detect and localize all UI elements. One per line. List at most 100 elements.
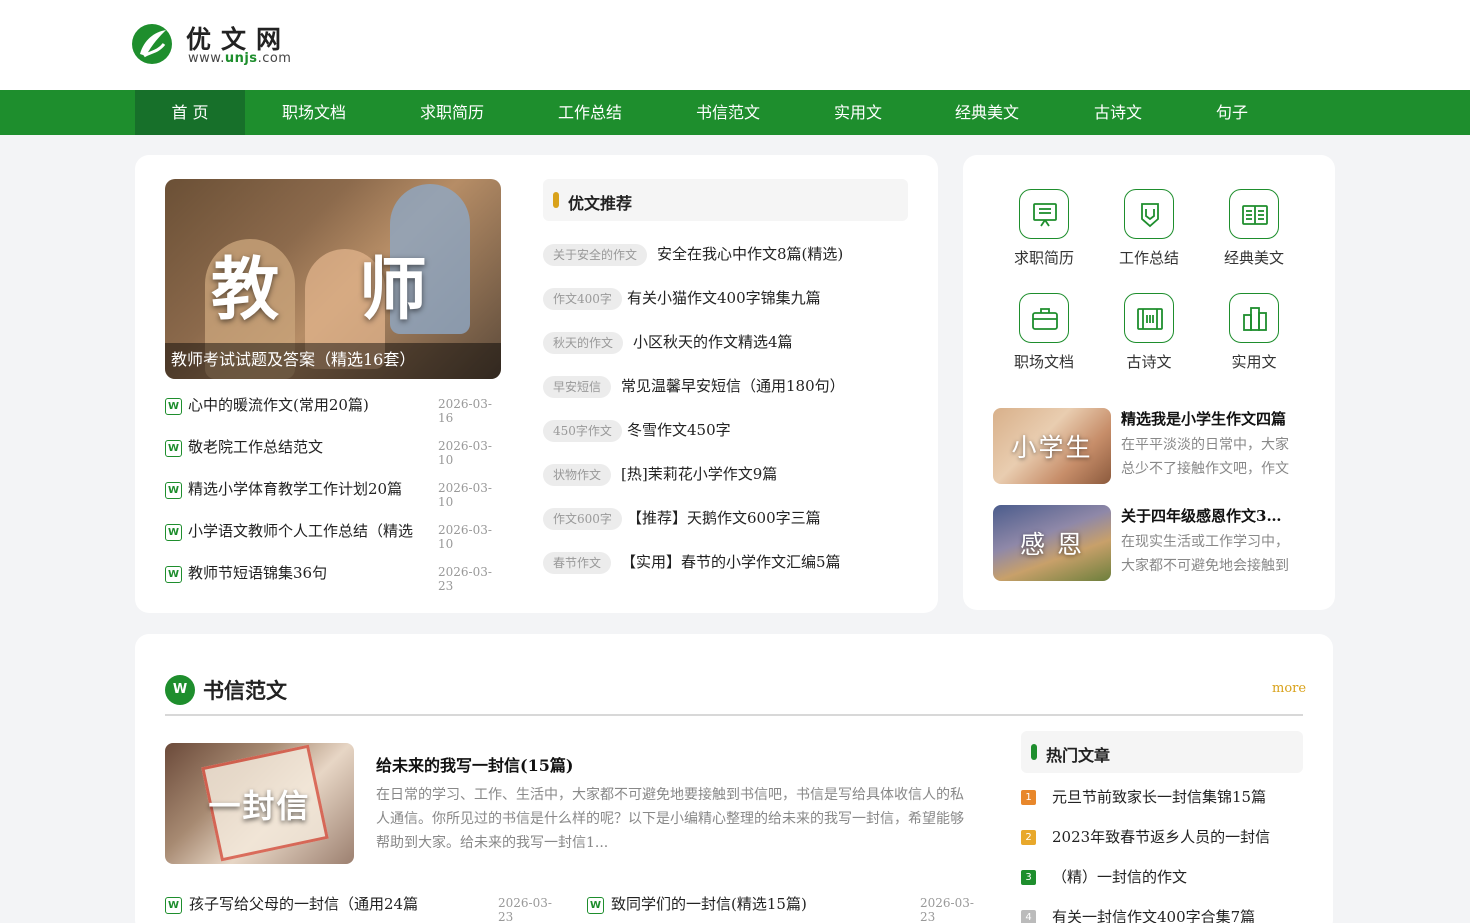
- more-link[interactable]: more: [1272, 681, 1306, 696]
- list-item[interactable]: W 教师节短语锦集36句 2026-03-23: [165, 562, 495, 593]
- list-item-date: 2026-03-10: [438, 439, 492, 467]
- recommend-item[interactable]: 春节作文 【实用】春节的小学作文汇编5篇: [543, 551, 908, 575]
- recommend-tag[interactable]: 早安短信: [543, 376, 612, 398]
- list-item-date: 2026-03-10: [438, 523, 492, 551]
- recommend-tag[interactable]: 450字作文: [543, 420, 622, 442]
- category-classic-essays[interactable]: 经典美文: [1214, 189, 1294, 279]
- recommend-item[interactable]: 作文600字 【推荐】天鹅作文600字三篇: [543, 507, 908, 531]
- list-item[interactable]: W 精选小学体育教学工作计划20篇 2026-03-10: [165, 478, 495, 509]
- category-practical[interactable]: 实用文: [1214, 293, 1294, 383]
- site-logo[interactable]: 优文网 www.unjs.com: [130, 20, 310, 70]
- list-item-title[interactable]: 小学语文教师个人工作总结（精选: [188, 520, 428, 541]
- nav-item-workplace-docs[interactable]: 职场文档: [259, 90, 369, 135]
- hot-item[interactable]: 3 （精）一封信的作文: [1021, 866, 1303, 888]
- nav-item-home[interactable]: 首 页: [135, 90, 245, 135]
- recommend-title-link[interactable]: 【推荐】天鹅作文600字三篇: [627, 507, 821, 528]
- buildings-icon: [1229, 293, 1279, 343]
- letters-section-title: 书信范文: [203, 679, 287, 703]
- recommend-title: 优文推荐: [568, 194, 633, 213]
- recommend-title-link[interactable]: 【实用】春节的小学作文汇编5篇: [621, 551, 841, 572]
- category-label: 实用文: [1231, 353, 1277, 371]
- recommend-title-link[interactable]: 冬雪作文450字: [627, 419, 731, 440]
- featured-caption: 教师考试试题及答案（精选16套）: [165, 343, 501, 379]
- recommend-item[interactable]: 作文400字 有关小猫作文400字锦集九篇: [543, 287, 908, 311]
- nav-item-classic-essays[interactable]: 经典美文: [932, 90, 1042, 135]
- list-item-title[interactable]: 心中的暖流作文(常用20篇): [188, 394, 428, 415]
- featured-image-word: 教 师: [211, 251, 455, 330]
- logo-url: www.unjs.com: [188, 51, 292, 66]
- list-item-date: 2026-03-23: [438, 565, 492, 593]
- hot-item-title[interactable]: （精）一封信的作文: [1052, 866, 1187, 887]
- nav-item-ancient-poetry[interactable]: 古诗文: [1063, 90, 1173, 135]
- recommend-item[interactable]: 关于安全的作文 安全在我心中作文8篇(精选): [543, 243, 908, 267]
- hot-item-title[interactable]: 元旦节前致家长一封信集锦15篇: [1052, 786, 1266, 807]
- hot-item[interactable]: 4 有关一封信作文400字合集7篇: [1021, 906, 1303, 923]
- list-item-title[interactable]: 孩子写给父母的一封信（通用24篇: [189, 893, 469, 914]
- rank-badge: 4: [1021, 910, 1036, 923]
- list-item[interactable]: W 敬老院工作总结范文 2026-03-10: [165, 436, 495, 467]
- side-article-title[interactable]: 关于四年级感恩作文300字: [1121, 505, 1291, 526]
- open-book-icon: [1229, 189, 1279, 239]
- category-label: 经典美文: [1223, 249, 1284, 267]
- list-item-title[interactable]: 精选小学体育教学工作计划20篇: [188, 478, 428, 499]
- category-label: 职场文档: [1013, 353, 1074, 371]
- nav-item-sentences[interactable]: 句子: [1177, 90, 1287, 135]
- recommend-title-link[interactable]: [热]茉莉花小学作文9篇: [621, 463, 777, 484]
- list-item-title[interactable]: 教师节短语锦集36句: [188, 562, 428, 583]
- recommend-title-link[interactable]: 常见温馨早安短信（通用180句）: [621, 375, 845, 396]
- recommend-item[interactable]: 状物作文 [热]茉莉花小学作文9篇: [543, 463, 908, 487]
- list-item-date: 2026-03-23: [920, 896, 974, 923]
- hot-header: 热门文章: [1021, 731, 1303, 773]
- recommend-title-link[interactable]: 有关小猫作文400字锦集九篇: [627, 287, 821, 308]
- list-item[interactable]: W 心中的暖流作文(常用20篇) 2026-03-16: [165, 394, 495, 425]
- recommend-title-link[interactable]: 小区秋天的作文精选4篇: [633, 331, 793, 352]
- rank-badge: 3: [1021, 870, 1036, 885]
- recommend-tag[interactable]: 秋天的作文: [543, 332, 624, 354]
- letter-featured-title[interactable]: 给未来的我写一封信(15篇): [376, 752, 573, 776]
- side-article-desc: 在平平淡淡的日常中，大家总少不了接触作文吧，作文: [1121, 437, 1289, 477]
- nav-item-work-summary[interactable]: 工作总结: [535, 90, 645, 135]
- side-article[interactable]: 感 恩 关于四年级感恩作文300字 在现实生活或工作学习中，大家都不可避免地会接…: [993, 505, 1303, 583]
- recommend-header: 优文推荐: [543, 179, 908, 221]
- recommend-tag[interactable]: 作文600字: [543, 508, 622, 530]
- list-item-title[interactable]: 致同学们的一封信(精选15篇): [611, 893, 891, 914]
- featured-article[interactable]: 教 师 教师考试试题及答案（精选16套）: [165, 179, 501, 379]
- recommend-title-link[interactable]: 安全在我心中作文8篇(精选): [657, 243, 843, 264]
- section-divider: [165, 714, 1303, 716]
- nav-item-resume[interactable]: 求职简历: [397, 90, 507, 135]
- w-badge-icon: W: [165, 398, 182, 415]
- side-article-image-word: 感 恩: [1020, 530, 1084, 559]
- side-article-title[interactable]: 精选我是小学生作文四篇: [1121, 408, 1291, 429]
- list-item[interactable]: W 孩子写给父母的一封信（通用24篇 2026-03-23: [165, 893, 555, 923]
- recommend-tag[interactable]: 关于安全的作文: [543, 244, 648, 266]
- list-item[interactable]: W 小学语文教师个人工作总结（精选 2026-03-10: [165, 520, 495, 551]
- side-article-image: 感 恩: [993, 505, 1111, 581]
- hot-item-title[interactable]: 有关一封信作文400字合集7篇: [1052, 906, 1255, 923]
- recommend-item[interactable]: 450字作文 冬雪作文450字: [543, 419, 908, 443]
- hot-item[interactable]: 2 2023年致春节返乡人员的一封信: [1021, 826, 1303, 848]
- summary-badge-icon: [1124, 189, 1174, 239]
- nav-item-letters[interactable]: 书信范文: [673, 90, 783, 135]
- category-label: 古诗文: [1126, 353, 1172, 371]
- recommend-tag[interactable]: 状物作文: [543, 464, 612, 486]
- category-ancient-poetry[interactable]: 古诗文: [1109, 293, 1189, 383]
- recommend-item[interactable]: 秋天的作文 小区秋天的作文精选4篇: [543, 331, 908, 355]
- letter-featured-image[interactable]: 一封信: [165, 743, 354, 864]
- nav-item-practical[interactable]: 实用文: [803, 90, 913, 135]
- category-work-summary[interactable]: 工作总结: [1109, 189, 1189, 279]
- w-badge-icon: W: [165, 482, 182, 499]
- w-badge-icon: W: [165, 566, 182, 583]
- leaf-logo-icon: [132, 24, 172, 64]
- category-resume[interactable]: 求职简历: [1004, 189, 1084, 279]
- category-workplace-docs[interactable]: 职场文档: [1004, 293, 1084, 383]
- recommend-item[interactable]: 早安短信 常见温馨早安短信（通用180句）: [543, 375, 908, 399]
- list-item[interactable]: W 致同学们的一封信(精选15篇) 2026-03-23: [587, 893, 977, 923]
- side-article[interactable]: 小学生 精选我是小学生作文四篇 在平平淡淡的日常中，大家总少不了接触作文吧，作文: [993, 408, 1303, 486]
- list-item-title[interactable]: 敬老院工作总结范文: [188, 436, 428, 457]
- recommend-tag[interactable]: 春节作文: [543, 552, 612, 574]
- recommend-tag[interactable]: 作文400字: [543, 288, 622, 310]
- hot-item-title[interactable]: 2023年致春节返乡人员的一封信: [1052, 826, 1270, 847]
- hot-item[interactable]: 1 元旦节前致家长一封信集锦15篇: [1021, 786, 1303, 808]
- section-marker: [1031, 744, 1037, 760]
- scroll-icon: [1124, 293, 1174, 343]
